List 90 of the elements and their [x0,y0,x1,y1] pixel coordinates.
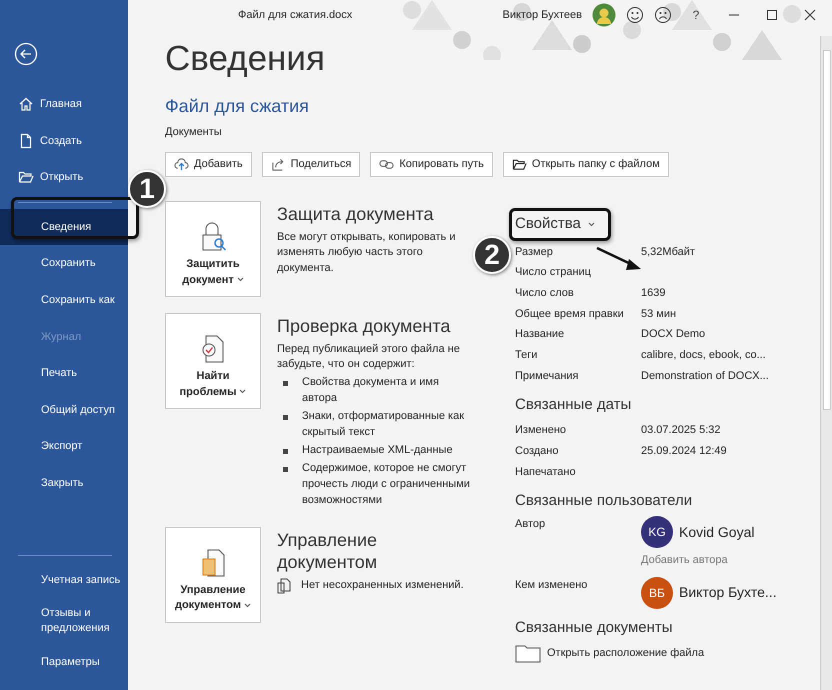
avatar: KG [641,516,673,548]
property-value: calibre, docs, ebook, co... [641,348,767,364]
dropdown-button[interactable]: Найти проблемы [165,313,261,409]
list-item-text: Настраиваемые XML-данные [302,443,453,458]
avatar-icon[interactable] [592,3,616,27]
property-label: Автор [515,517,546,532]
property-label: Изменено [515,423,566,438]
share-icon [270,157,286,172]
file-name: Файл для сжатия [165,94,310,118]
list-item-text: Содержимое, которое не смогут прочесть люди с ограниченными возможностями [302,461,471,508]
sidebar-item[interactable]: Параметры [0,644,128,680]
property-label: Число страниц [515,265,591,280]
list-item-text: Свойства документа и имя автора [302,375,440,406]
properties-dropdown[interactable]: Свойства [515,213,595,236]
sidebar-item[interactable]: Отзывы и предложения [0,598,128,644]
avatar: ВБ [641,576,673,609]
sidebar-item[interactable]: Сведения [0,208,128,246]
section-title: Защита документа [277,203,435,226]
section-text: Все могут открывать, копировать и изменять любую часть этого документа. [277,230,456,276]
home-icon [18,96,34,112]
sidebar-item[interactable]: Печать [0,355,128,392]
documents-icon [277,578,291,594]
property-value: 1639 [641,286,666,301]
window-title: Файл для сжатия.docx [238,8,352,23]
frown-icon[interactable] [654,6,672,24]
property-label: Примечания [515,368,579,384]
property-label: Теги [515,348,538,364]
sidebar-item[interactable]: Экспорт [0,428,128,465]
dropdown-button[interactable]: Управление документом [165,526,261,623]
callout-number: 1 [128,170,166,208]
property-label: Общее время правки [515,306,624,322]
action-button[interactable]: Копировать путь [370,152,493,177]
page-heading: Сведения [165,40,326,78]
property-label: Кем изменено [515,578,588,593]
sidebar-item[interactable]: Сохранить как [0,282,128,319]
scrollbar-thumb[interactable] [823,50,831,410]
property-label: Число слов [515,286,574,301]
property-value: 25.09.2024 12:49 [641,444,728,460]
property-value: Demonstration of DOCX... [641,368,770,384]
section-title: Проверка документа [277,315,452,338]
section-title: Управление документом [277,528,378,574]
bullet-icon [283,381,288,386]
person-name[interactable]: Kovid Goyal [679,522,754,543]
caret-icon [244,603,252,608]
property-label: Создано [515,444,558,460]
caret-icon [236,277,244,282]
folder-icon [18,169,34,186]
sidebar-item[interactable]: Открыть [0,159,128,196]
action-button[interactable]: Добавить [165,152,252,177]
dropdown-button[interactable]: Защитить документ [165,201,261,297]
property-label: Название [515,327,564,342]
property-value: 03.07.2025 5:32 [641,423,722,438]
section-title: Связанные даты [515,396,632,414]
sidebar-item[interactable]: Учетная запись [0,562,128,598]
arrow [595,246,643,272]
bullet-icon [283,415,288,420]
property-value: 53 мин [641,306,678,322]
property-label: Напечатано [515,464,576,480]
sidebar-item[interactable]: Закрыть [0,464,128,502]
property-label: Размер [515,244,553,260]
folder-icon [512,157,527,172]
back-icon[interactable] [14,42,38,66]
open-location-link[interactable]: Открыть расположение файла [547,644,704,662]
caret-icon [588,222,595,227]
scrollbar[interactable] [820,36,832,690]
bullet-icon [283,449,288,454]
add-author-link[interactable]: Добавить автора [641,552,805,569]
folder-icon [515,642,541,663]
bullet-icon [283,467,288,472]
smile-icon[interactable] [626,6,644,24]
caret-icon [239,389,246,394]
list-item-text: Знаки, отформатированные как скрытый текст [302,409,466,440]
sidebar-item[interactable]: Главная [0,86,128,123]
action-button[interactable]: Поделиться [262,152,360,177]
sidebar-item[interactable]: Сохранить [0,245,128,282]
file-location: Документы [165,124,223,140]
callout-number: 2 [473,236,511,274]
property-value: DOCX Demo [641,327,706,342]
property-value: 5,32Мбайт [641,244,696,260]
sidebar-item[interactable]: Общий доступ [0,392,128,428]
user-name: Виктор Бухтеев [502,8,582,23]
note-text: Нет несохраненных изменений. [301,578,464,593]
section-text: Перед публикацией этого файла не забудьте, что он содержит: [277,342,461,372]
action-button[interactable]: Открыть папку с файлом [502,152,669,177]
document-icon [18,132,34,149]
cloud-upload-icon [174,157,189,172]
section-title: Связанные документы [515,618,674,637]
person-name[interactable]: Виктор Бухте... [679,582,777,604]
section-title: Связанные пользователи [515,492,694,510]
sidebar-item[interactable]: Создать [0,122,128,160]
